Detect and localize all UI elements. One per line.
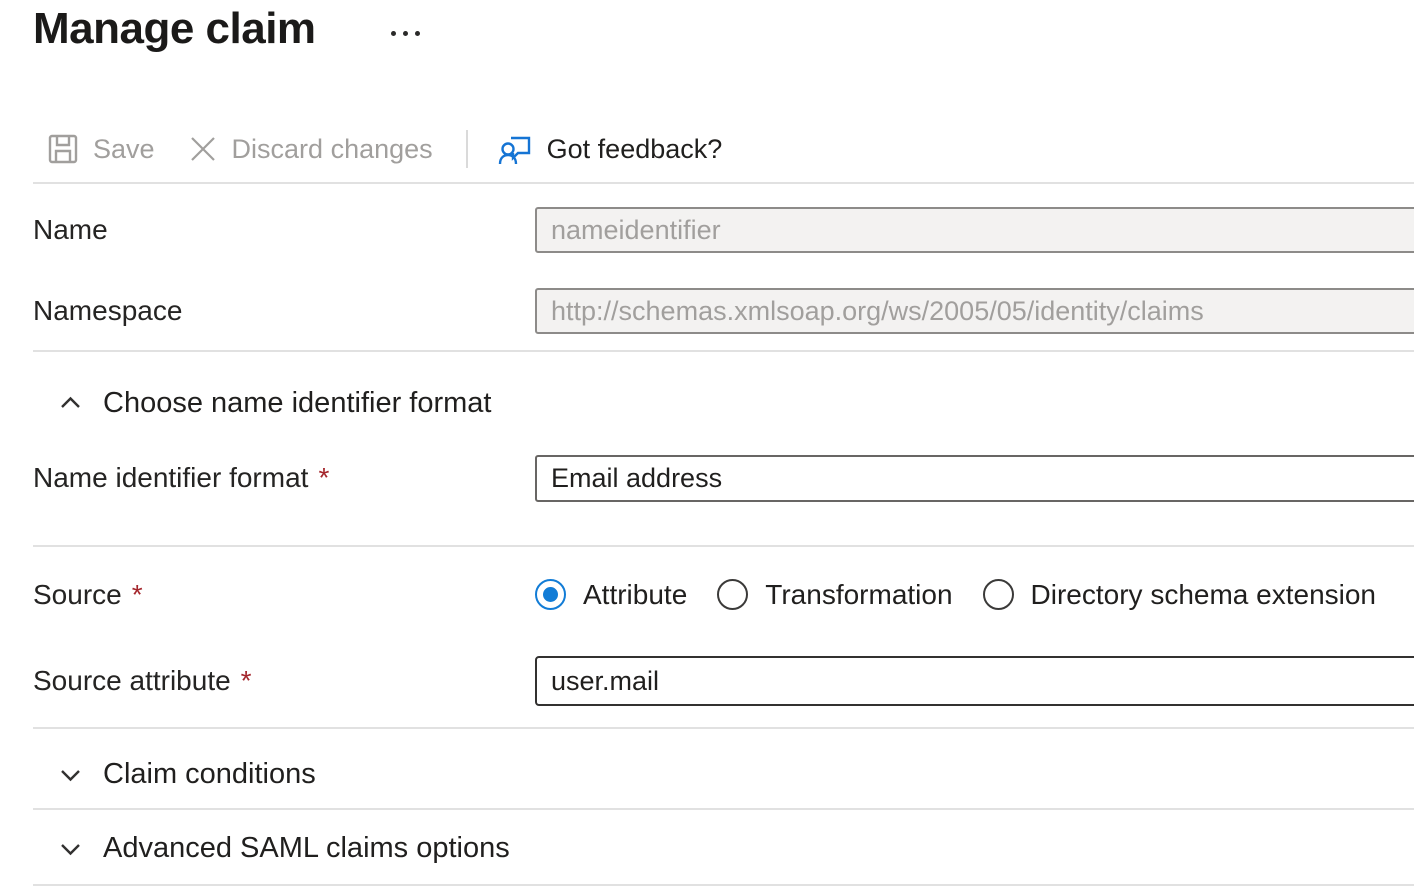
- more-commands-button[interactable]: [383, 18, 427, 48]
- namespace-label: Namespace: [33, 288, 182, 333]
- divider: [33, 727, 1414, 729]
- ellipsis-icon: [403, 31, 408, 36]
- divider: [33, 545, 1414, 547]
- divider: [33, 808, 1414, 810]
- save-label: Save: [93, 134, 155, 165]
- divider: [33, 884, 1414, 886]
- source-attribute-input[interactable]: [535, 656, 1414, 706]
- radio-transformation[interactable]: Transformation: [717, 579, 952, 611]
- dropdown-selected-value: Email address: [551, 463, 722, 494]
- divider: [33, 350, 1414, 352]
- source-attribute-label: Source attribute *: [33, 656, 252, 706]
- toolbar-separator: [466, 130, 468, 168]
- chevron-down-icon: [55, 759, 86, 790]
- command-bar: Save Discard changes Got feedback?: [46, 126, 722, 172]
- discard-changes-button[interactable]: Discard changes: [187, 133, 433, 165]
- feedback-icon: [497, 131, 534, 168]
- name-label: Name: [33, 207, 108, 252]
- name-identifier-format-label: Name identifier format *: [33, 455, 329, 501]
- required-asterisk: *: [132, 579, 143, 611]
- required-asterisk: *: [318, 462, 329, 494]
- ellipsis-icon: [415, 31, 420, 36]
- page-title: Manage claim: [33, 4, 316, 54]
- source-label: Source *: [33, 576, 143, 613]
- divider: [33, 182, 1414, 184]
- chevron-up-icon: [55, 388, 86, 419]
- save-icon: [46, 132, 80, 166]
- section-choose-name-identifier-format[interactable]: Choose name identifier format: [55, 383, 491, 423]
- radio-directory-schema-extension[interactable]: Directory schema extension: [983, 579, 1376, 611]
- source-radio-group: Attribute Transformation Directory schem…: [535, 576, 1376, 613]
- got-feedback-button[interactable]: Got feedback?: [497, 131, 723, 168]
- section-label: Advanced SAML claims options: [103, 832, 510, 865]
- manage-claim-blade: Manage claim Save Discard changes: [0, 0, 1414, 896]
- section-claim-conditions[interactable]: Claim conditions: [55, 753, 316, 795]
- radio-unselected-icon: [983, 579, 1014, 610]
- section-label: Claim conditions: [103, 758, 316, 791]
- radio-attribute[interactable]: Attribute: [535, 579, 687, 611]
- section-label: Choose name identifier format: [103, 387, 491, 420]
- required-asterisk: *: [241, 665, 252, 697]
- radio-selected-icon: [535, 579, 566, 610]
- name-identifier-format-dropdown[interactable]: Email address: [535, 455, 1414, 502]
- radio-unselected-icon: [717, 579, 748, 610]
- got-feedback-label: Got feedback?: [547, 134, 723, 165]
- chevron-down-icon: [55, 833, 86, 864]
- section-advanced-saml-claims-options[interactable]: Advanced SAML claims options: [55, 827, 510, 869]
- save-button[interactable]: Save: [46, 132, 155, 166]
- namespace-input: [535, 288, 1414, 334]
- ellipsis-icon: [391, 31, 396, 36]
- discard-changes-label: Discard changes: [232, 134, 433, 165]
- name-input: [535, 207, 1414, 253]
- x-icon: [187, 133, 219, 165]
